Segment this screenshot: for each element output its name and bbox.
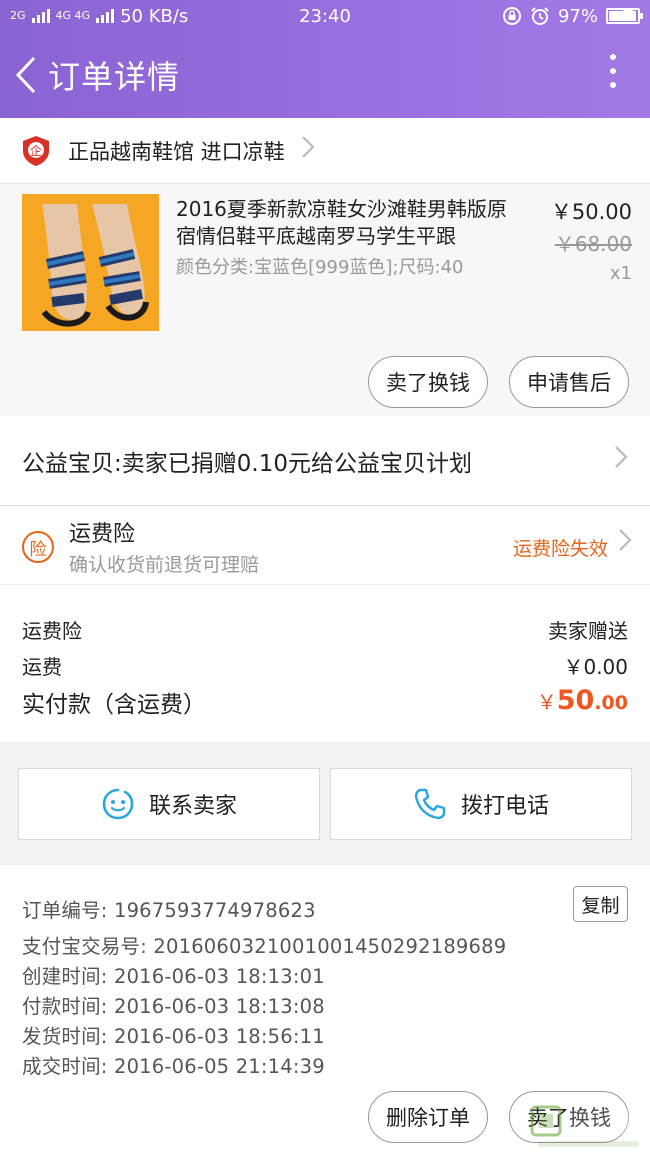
clock: 23:40 xyxy=(299,6,351,27)
chevron-right-icon xyxy=(614,445,628,476)
chat-bubble-icon xyxy=(102,788,134,820)
cost-summary: 运费险 卖家赠送 运费 ￥0.00 实付款（含运费） ￥50.00 xyxy=(0,585,650,742)
phone-icon xyxy=(414,788,446,820)
total-currency: ￥ xyxy=(536,690,557,714)
completed-time: 成交时间: 2016-06-05 21:14:39 xyxy=(22,1055,325,1078)
alipay-trade-number: 支付宝交易号: 2016060321001001450292189689 xyxy=(22,935,507,958)
shop-badge-icon: 企 xyxy=(23,135,49,166)
notification-dot xyxy=(622,8,634,20)
price-block: ￥50.00 ￥68.00 x1 xyxy=(551,196,632,284)
insurance-fee-label: 运费险 xyxy=(22,619,82,643)
product-thumbnail[interactable] xyxy=(22,194,159,331)
shipping-fee-row: 运费 ￥0.00 xyxy=(22,651,628,680)
delete-order-button[interactable]: 删除订单 xyxy=(368,1091,488,1143)
created-time: 创建时间: 2016-06-03 18:13:01 xyxy=(22,965,325,988)
insurance-fee-row: 运费险 卖家赠送 xyxy=(22,615,628,644)
product-info: 2016夏季新款凉鞋女沙滩鞋男韩版原宿情侣鞋平底越南罗马学生平跟 颜色分类:宝蓝… xyxy=(176,196,516,279)
insurance-title: 运费险 xyxy=(69,522,136,547)
call-phone-label: 拨打电话 xyxy=(460,794,549,819)
order-number: 订单编号: 1967593774978623 xyxy=(22,899,316,922)
total-paid-value: ￥50.00 xyxy=(537,685,628,719)
total-paid-label: 实付款（含运费） xyxy=(22,692,206,718)
chevron-right-icon xyxy=(301,135,315,166)
chevron-right-icon xyxy=(618,528,632,559)
copy-button[interactable]: 复制 xyxy=(573,886,628,922)
sell-item-button[interactable]: 卖了换钱 xyxy=(368,356,488,408)
total-decimal: .00 xyxy=(594,692,628,714)
insurance-badge-icon: 险 xyxy=(22,531,54,563)
page-title: 订单详情 xyxy=(48,58,181,96)
shipping-fee-label: 运费 xyxy=(22,655,62,679)
more-dot-icon xyxy=(610,68,616,74)
shipping-insurance-row[interactable]: 险 运费险 确认收货前退货可理赔 运费险失效 xyxy=(0,506,650,585)
more-dot-icon xyxy=(610,82,616,88)
product-name[interactable]: 2016夏季新款凉鞋女沙滩鞋男韩版原宿情侣鞋平底越南罗马学生平跟 xyxy=(176,196,516,250)
shop-name: 正品越南鞋馆 进口凉鞋 xyxy=(68,139,285,164)
contact-seller-label: 联系卖家 xyxy=(148,794,237,819)
contact-actions: 联系卖家 拨打电话 xyxy=(0,742,650,865)
contact-seller-button[interactable]: 联系卖家 xyxy=(18,768,320,840)
status-bar: 2G 4G 4G 50 KB/s 23:40 97% xyxy=(0,0,650,32)
product-price: ￥50.00 xyxy=(550,200,632,224)
more-menu-button[interactable] xyxy=(610,54,616,88)
chevron-left-icon xyxy=(15,56,36,94)
charity-text: 公益宝贝:卖家已捐赠0.10元给公益宝贝计划 xyxy=(22,450,472,477)
nav-header: 订单详情 xyxy=(0,8,650,118)
shipping-fee-value: ￥0.00 xyxy=(563,655,628,679)
sandal-image xyxy=(22,194,159,331)
product-spec: 颜色分类:宝蓝色[999蓝色];尺码:40 xyxy=(176,257,464,278)
insurance-subtitle: 确认收货前退货可理赔 xyxy=(69,554,260,576)
more-dot-icon xyxy=(610,54,616,60)
product-quantity: x1 xyxy=(609,263,632,284)
back-button[interactable] xyxy=(8,56,44,94)
paid-time: 付款时间: 2016-06-03 18:13:08 xyxy=(22,995,325,1018)
top-bar: 2G 4G 4G 50 KB/s 23:40 97% 订单详情 xyxy=(0,0,650,118)
order-item[interactable]: 2016夏季新款凉鞋女沙滩鞋男韩版原宿情侣鞋平底越南罗马学生平跟 颜色分类:宝蓝… xyxy=(0,184,650,416)
call-phone-button[interactable]: 拨打电话 xyxy=(330,768,632,840)
insurance-fee-value: 卖家赠送 xyxy=(548,619,628,643)
watermark-logo xyxy=(530,1105,642,1147)
total-paid-row: 实付款（含运费） ￥50.00 xyxy=(22,685,628,719)
shipped-time: 发货时间: 2016-06-03 18:56:11 xyxy=(22,1025,325,1048)
insurance-status: 运费险失效 xyxy=(512,538,608,560)
shop-row[interactable]: 企 正品越南鞋馆 进口凉鞋 xyxy=(0,118,650,184)
shop-badge-text: 企 xyxy=(30,143,42,158)
charity-row[interactable]: 公益宝贝:卖家已捐赠0.10元给公益宝贝计划 xyxy=(0,416,650,506)
original-price: ￥68.00 xyxy=(554,232,632,256)
total-integer: 50 xyxy=(556,685,595,716)
after-sale-button[interactable]: 申请售后 xyxy=(509,356,629,408)
